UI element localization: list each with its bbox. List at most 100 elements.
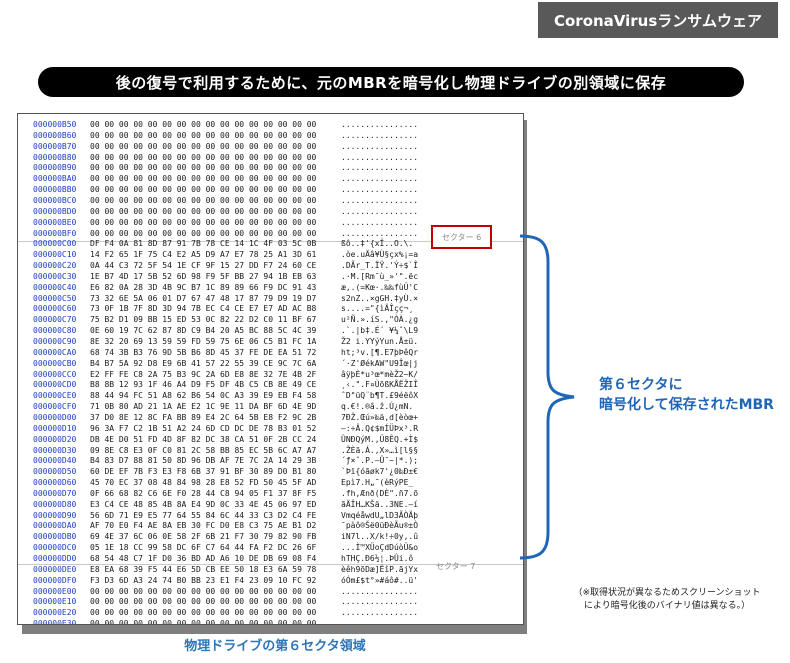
hex-ascii: hTHÇ.Ð6½­¦.ÞÛi.ô [341,554,414,563]
hex-row: 000000BB0 00 00 00 00 00 00 00 00 00 00 0… [18,184,523,195]
hex-address: 000000CE0 [33,391,77,401]
hex-address: 000000CF0 [33,402,77,412]
hex-ascii: ht;³v.[¶.E7þÞêQr [341,347,419,357]
hex-address: 000000CC0 [33,369,77,379]
hex-address: 000000C00 [33,239,77,249]
hex-row: 000000BA0 00 00 00 00 00 00 00 00 00 00 0… [18,173,523,184]
hex-bytes: 00 00 00 00 00 00 00 00 00 00 00 00 00 0… [90,120,317,129]
hex-row: 000000CA0 68 74 3B B3 76 9D 5B B6 8D 45 3… [18,347,523,358]
footnote: （※取得状況が異なるためスクリーンショット により暗号化後のバイナリ値は異なる。… [548,587,786,613]
hex-row: 000000CD0 B8 8B 12 93 1F 46 A4 D9 F5 DF 4… [18,379,523,390]
hex-bytes: 14 F2 65 1F 75 C4 E2 A5 D9 A7 E7 78 25 A… [90,250,317,260]
hex-row: 000000DC0 05 1E 18 CC 99 58 DC 6F C7 64 4… [18,542,523,553]
hex-ascii: ................ [341,619,419,625]
hex-ascii: s....="{ìÄÎçç­¬¸ [341,304,414,314]
hex-address: 000000C80 [33,326,77,336]
hex-ascii: ................ [341,206,419,216]
hex-bytes: 00 00 00 00 00 00 00 00 00 00 00 00 00 0… [90,206,317,216]
hex-bytes: 73 32 6E 5A 06 01 D7 67 47 48 17 87 79 D… [90,293,317,303]
hex-ascii: .ŽÈã.À.,X»…ì[l§§ [341,445,419,455]
hex-address: 000000B60 [33,130,77,140]
panel-caption: 物理ドライブの第６セクタ領域 [184,639,366,654]
hex-address: 000000BC0 [33,195,77,205]
hex-address: 000000E20 [33,608,77,618]
hex-address: 000000CB0 [33,358,77,368]
hex-ascii: ................ [341,163,419,173]
hex-ascii: Epì7.H„˜(èRýPE_­ [341,478,414,488]
hex-row: 000000C60 73 0F 1B 7F 8D 3D 94 7B EC C4 C… [18,303,523,314]
hex-ascii: ãÄÎH…KŠä..3NE.—í [341,499,419,509]
hex-row: 000000DA0 AF 70 E0 F4 AE 8A EB 30 FC D0 E… [18,520,523,531]
hex-ascii: ................ [341,608,419,618]
hex-ascii: ................ [341,120,419,129]
title-tag: CoronaVirusランサムウェア [538,2,778,38]
hex-ascii: ................ [341,130,419,140]
hex-ascii: iN7l..X/k!÷0y‚.û [341,532,419,542]
hex-address: 000000D50 [33,467,77,477]
hex-row: 000000BC0 00 00 00 00 00 00 00 00 00 00 0… [18,195,523,206]
hex-address: 000000DE0 [33,564,77,574]
hex-address: 000000BE0 [33,217,77,227]
hex-bytes: 00 00 00 00 00 00 00 00 00 00 00 00 00 0… [90,152,317,162]
hex-ascii: 7ÐŽ.Œú»‰ä,d[èòœ+ [341,412,419,422]
hex-row: 000000B80 00 00 00 00 00 00 00 00 00 00 0… [18,152,523,163]
hex-address: 000000DB0 [33,532,77,542]
hex-address: 000000B50 [33,120,77,129]
hex-ascii: .·M.[Rm˜ù_»'".ëc [341,271,419,281]
hex-bytes: E3 C4 CE 48 85 4B 8A E4 9D 0C 33 4E 45 0… [90,499,317,509]
hex-ascii: s2nZ..×gGH.‡yÙ.× [341,293,419,303]
hex-address: 000000BA0 [33,174,77,184]
hex-bytes: 8E 32 20 69 13 59 59 FD 59 75 6E 06 C5 B… [90,337,317,346]
hex-bytes: 71 0B 80 AD 21 1A AE E2 1C 9E 11 DA BF 6… [90,402,317,412]
hex-address: 000000C50 [33,293,77,303]
hex-ascii: æ‚.(=Kœ·.‰‰fùÜ'C [341,282,419,292]
hex-address: 000000E30 [33,619,77,625]
hex-ascii: –:÷Â.Q¢$mÍÜÞx³.R [341,423,419,433]
hex-bytes: F3 D3 6D A3 24 74 B0 BB 23 E1 F4 23 09 1… [90,575,317,585]
hex-ascii: .fh‚Ænð(DÈ".ñ7.õ [341,488,419,498]
sector-6-highlight-box: セクター 6 [431,225,492,249]
hex-bytes: DF F4 0A 81 8D 87 91 7B 78 CE 14 1C 4F 0… [90,239,317,249]
hex-bytes: E6 82 0A 28 3D 4B 9C B7 1C 89 89 66 F9 D… [90,282,317,292]
hex-ascii: ´·Z'ØékAW"U9Îœ|j [341,358,419,368]
hex-bytes: 00 00 00 00 00 00 00 00 00 00 00 00 00 0… [90,586,317,596]
hex-bytes: 68 74 3B B3 76 9D 5B B6 8D 45 37 FE DE E… [90,347,317,357]
hex-ascii: ßô..‡'{xÎ..O.\. [341,239,414,249]
hex-address: 000000BF0 [33,228,77,238]
hex-ascii: ................ [341,152,419,162]
hex-ascii: èêh9õDæ]ËîP.ãjYx [341,564,419,574]
hex-address: 000000DA0 [33,521,77,531]
hex-row: 000000DE0 E8 EA 68 39 F5 44 E6 5D CB EE 5… [18,564,523,575]
hex-address: 000000C70 [33,315,77,325]
hex-ascii: Ž2 i.YYýYun.Å±ü. [341,337,419,346]
hex-bytes: 0F 66 68 82 C6 6E F0 28 44 C8 94 05 F1 3… [90,488,317,498]
hex-ascii: `Þï{óãøk7'¿0‰Ð±€ [341,467,419,477]
hex-address: 000000D90 [33,510,77,520]
hex-bytes: B8 8B 12 93 1F 46 A4 D9 F5 DF 4B C5 CB 8… [90,380,317,390]
hex-ascii: u²Ñ.».íS.‚"ÒÀ.¿g [341,315,419,325]
hex-bytes: 69 4E 37 6C 06 0E 58 2F 6B 21 F7 30 79 8… [90,532,317,542]
hex-address: 000000C60 [33,304,77,314]
hex-address: 000000CA0 [33,347,77,357]
hex-row: 000000E20 00 00 00 00 00 00 00 00 00 00 0… [18,607,523,618]
hex-row: 000000D70 0F 66 68 82 C6 6E F0 28 44 C8 9… [18,488,523,499]
hex-address: 000000C90 [33,337,77,346]
hex-bytes: 05 1E 18 CC 99 58 DC 6F C7 64 44 FA F2 D… [90,543,317,553]
hex-address: 000000C40 [33,282,77,292]
hex-bytes: AF 70 E0 F4 AE 8A EB 30 FC D0 E8 C3 75 A… [90,521,317,531]
hex-address: 000000DF0 [33,575,77,585]
hex-bytes: 00 00 00 00 00 00 00 00 00 00 00 00 00 0… [90,217,317,227]
hex-row: 000000B60 00 00 00 00 00 00 00 00 00 00 0… [18,130,523,141]
hex-row: 000000D40 B4 83 D7 88 81 50 8D 96 DB AF 7… [18,455,523,466]
hex-bytes: 37 D0 8E 12 8C FA BB 89 E4 2C 64 5B E8 F… [90,412,317,422]
hex-row: 000000DB0 69 4E 37 6C 06 0E 58 2F 6B 21 F… [18,531,523,542]
hex-row: 000000C10 14 F2 65 1F 75 C4 E2 A5 D9 A7 E… [18,249,523,260]
hex-row: 000000CE0 88 44 94 FC 51 A8 62 B6 54 0C A… [18,390,523,401]
hex-bytes: 09 8E C8 E3 0F C0 81 2C 58 BB 85 EC 5B 6… [90,445,317,455]
callout-line-1: 第６セクタに [599,377,683,393]
callout-line-2: 暗号化して保存されたMBR [599,397,774,413]
hex-editor-panel: セクター 7 000000B50 00 00 00 00 00 00 00 00 … [17,113,524,625]
hex-ascii: ................ [341,586,419,596]
hex-address: 000000D10 [33,423,77,433]
hex-row: 000000D50 60 DE EF 7B F3 E3 F8 6B 37 91 B… [18,466,523,477]
